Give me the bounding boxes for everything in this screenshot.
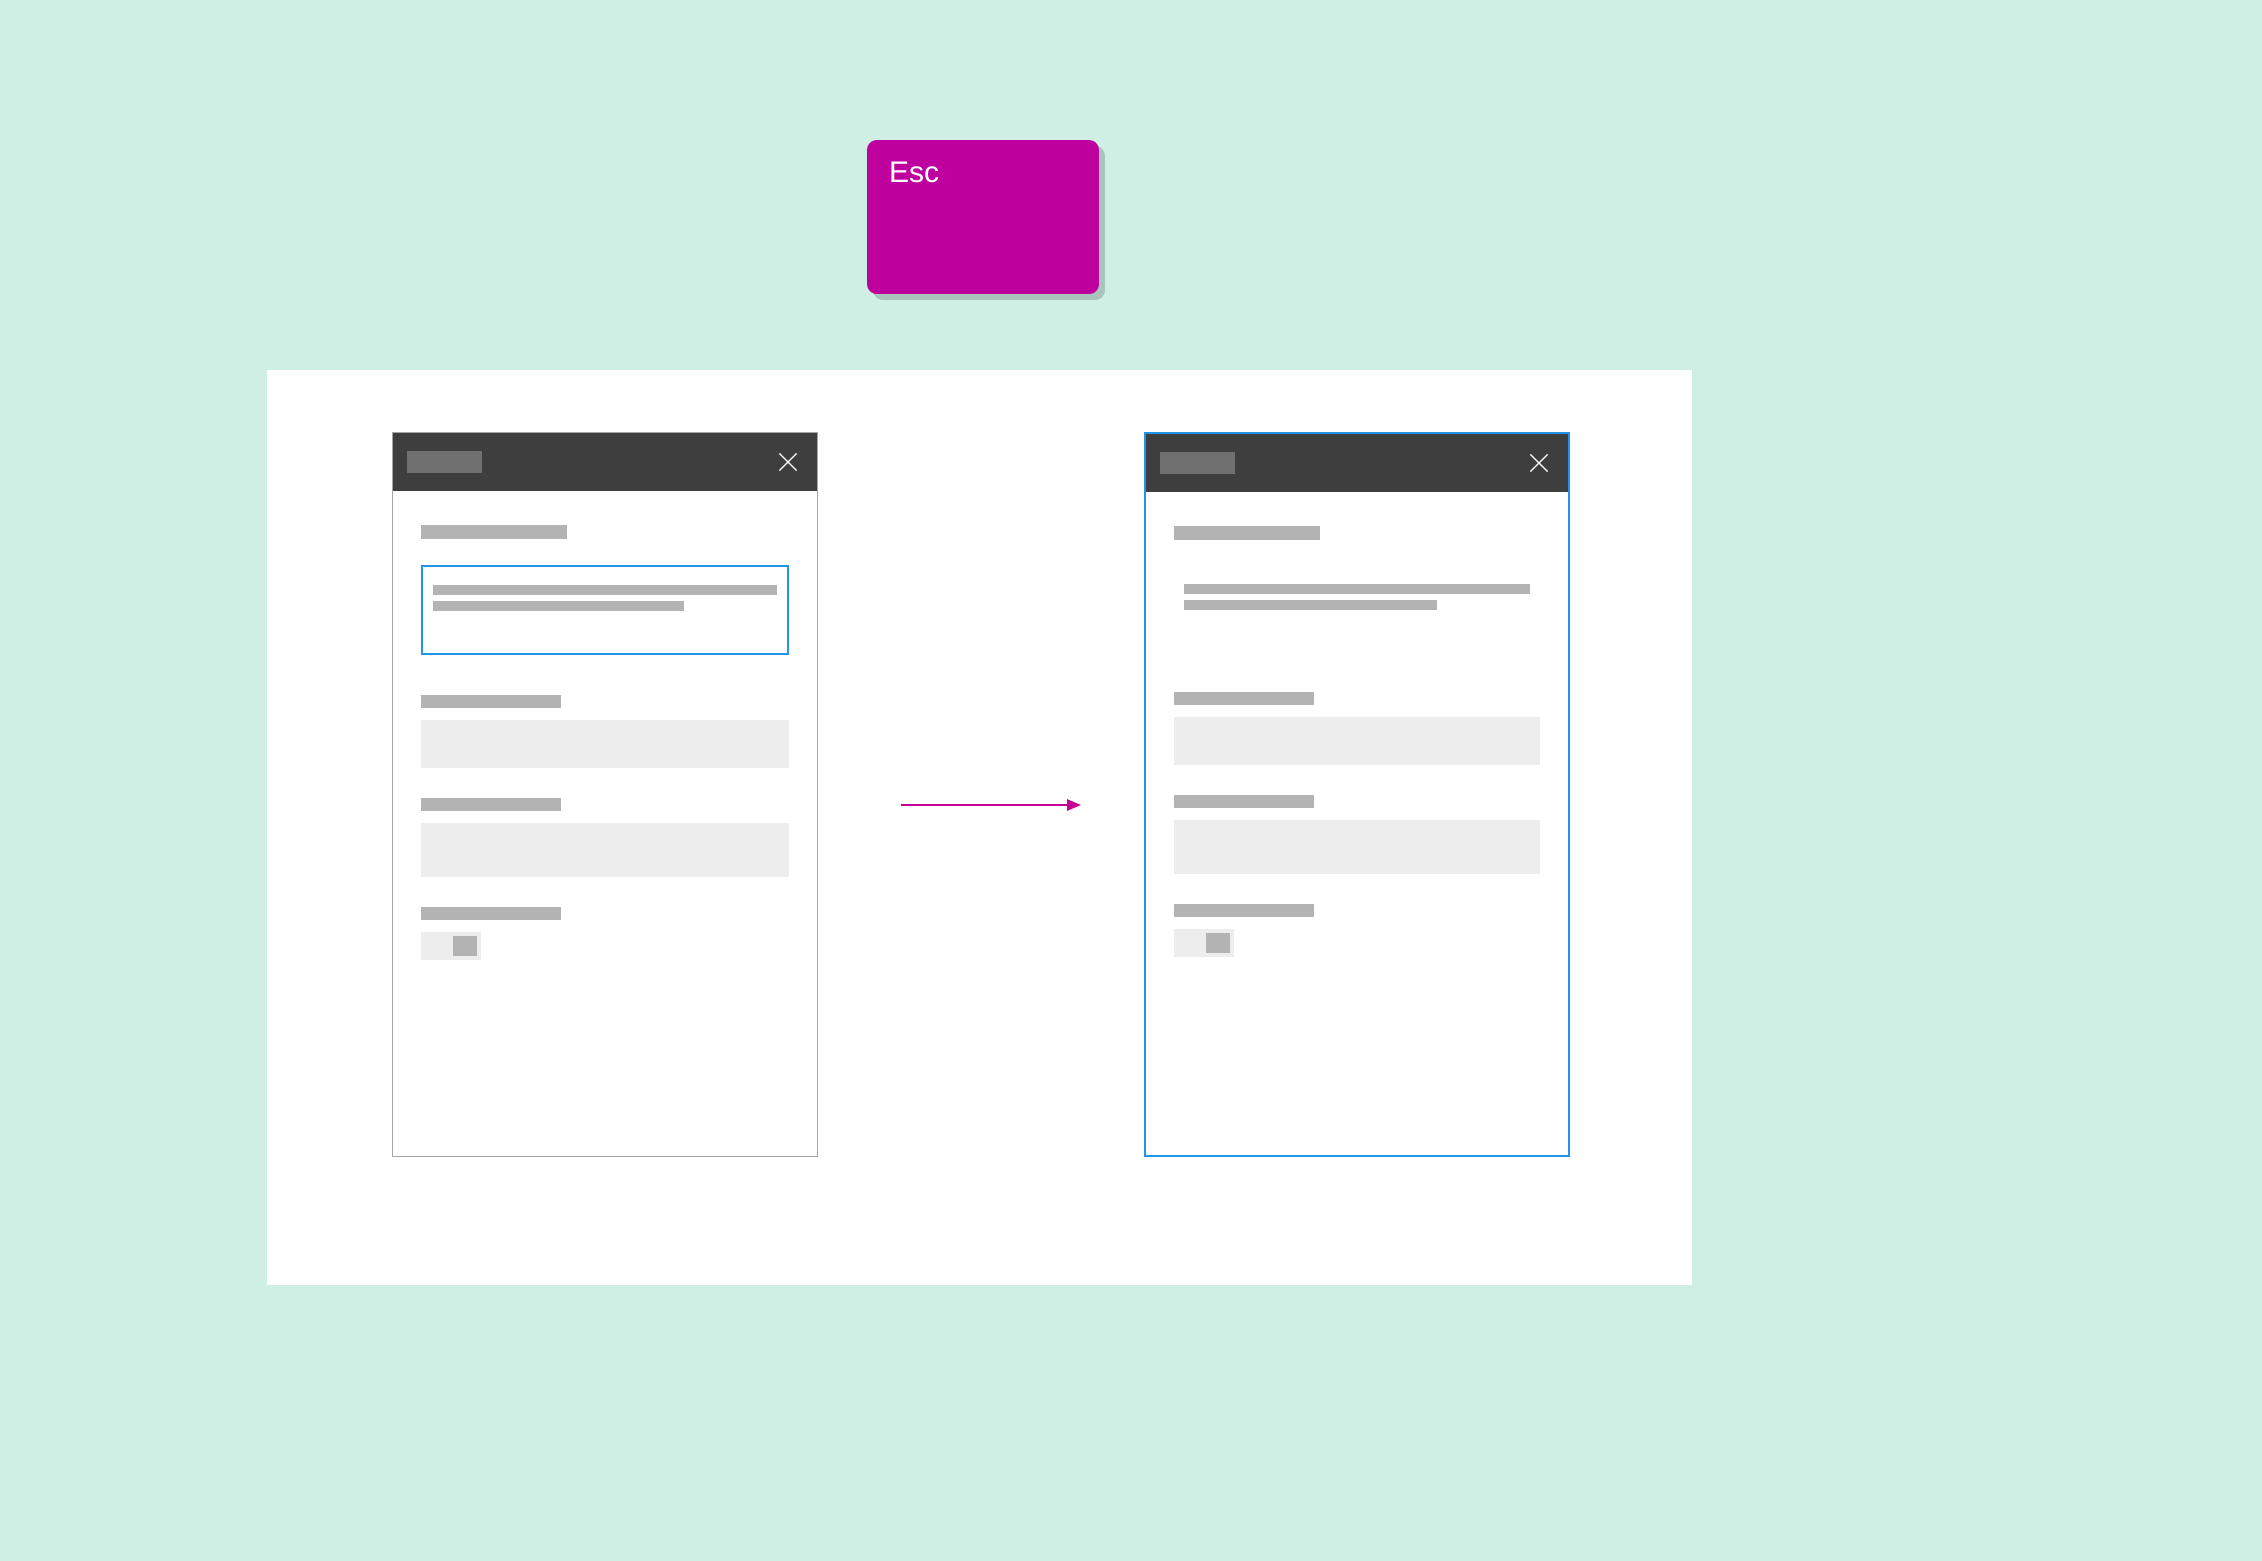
dialog-body	[1146, 492, 1568, 957]
toggle-knob	[1206, 933, 1230, 953]
text-line	[1184, 600, 1437, 610]
input-field[interactable]	[1174, 717, 1540, 765]
diagram-stage	[267, 370, 1692, 1285]
input-field[interactable]	[421, 720, 789, 768]
dialog-titlebar	[393, 433, 817, 491]
input-field[interactable]	[1174, 820, 1540, 874]
toggle-switch[interactable]	[1174, 929, 1234, 957]
title-placeholder	[407, 451, 482, 473]
input-field[interactable]	[421, 823, 789, 877]
label-placeholder	[421, 798, 561, 811]
toggle-knob	[453, 936, 477, 956]
dialog-titlebar	[1146, 434, 1568, 492]
label-placeholder	[421, 695, 561, 708]
dialog-before	[392, 432, 818, 1157]
title-placeholder	[1160, 452, 1235, 474]
heading-placeholder	[1174, 526, 1320, 540]
text-line	[433, 585, 777, 595]
description-field-focused[interactable]	[421, 565, 789, 655]
text-line	[433, 601, 684, 611]
dialog-body	[393, 491, 817, 960]
label-placeholder	[1174, 692, 1314, 705]
transition-arrow	[901, 795, 1081, 815]
close-button[interactable]	[1524, 448, 1554, 478]
close-button[interactable]	[773, 447, 803, 477]
esc-key-label: Esc	[889, 156, 939, 189]
esc-key[interactable]: Esc	[867, 140, 1099, 294]
description-field[interactable]	[1174, 566, 1540, 652]
heading-placeholder	[421, 525, 567, 539]
text-line	[1184, 584, 1530, 594]
label-placeholder	[1174, 795, 1314, 808]
toggle-switch[interactable]	[421, 932, 481, 960]
label-placeholder	[1174, 904, 1314, 917]
close-icon	[1526, 450, 1552, 476]
close-icon	[775, 449, 801, 475]
label-placeholder	[421, 907, 561, 920]
arrow-icon	[901, 795, 1081, 815]
dialog-after	[1144, 432, 1570, 1157]
